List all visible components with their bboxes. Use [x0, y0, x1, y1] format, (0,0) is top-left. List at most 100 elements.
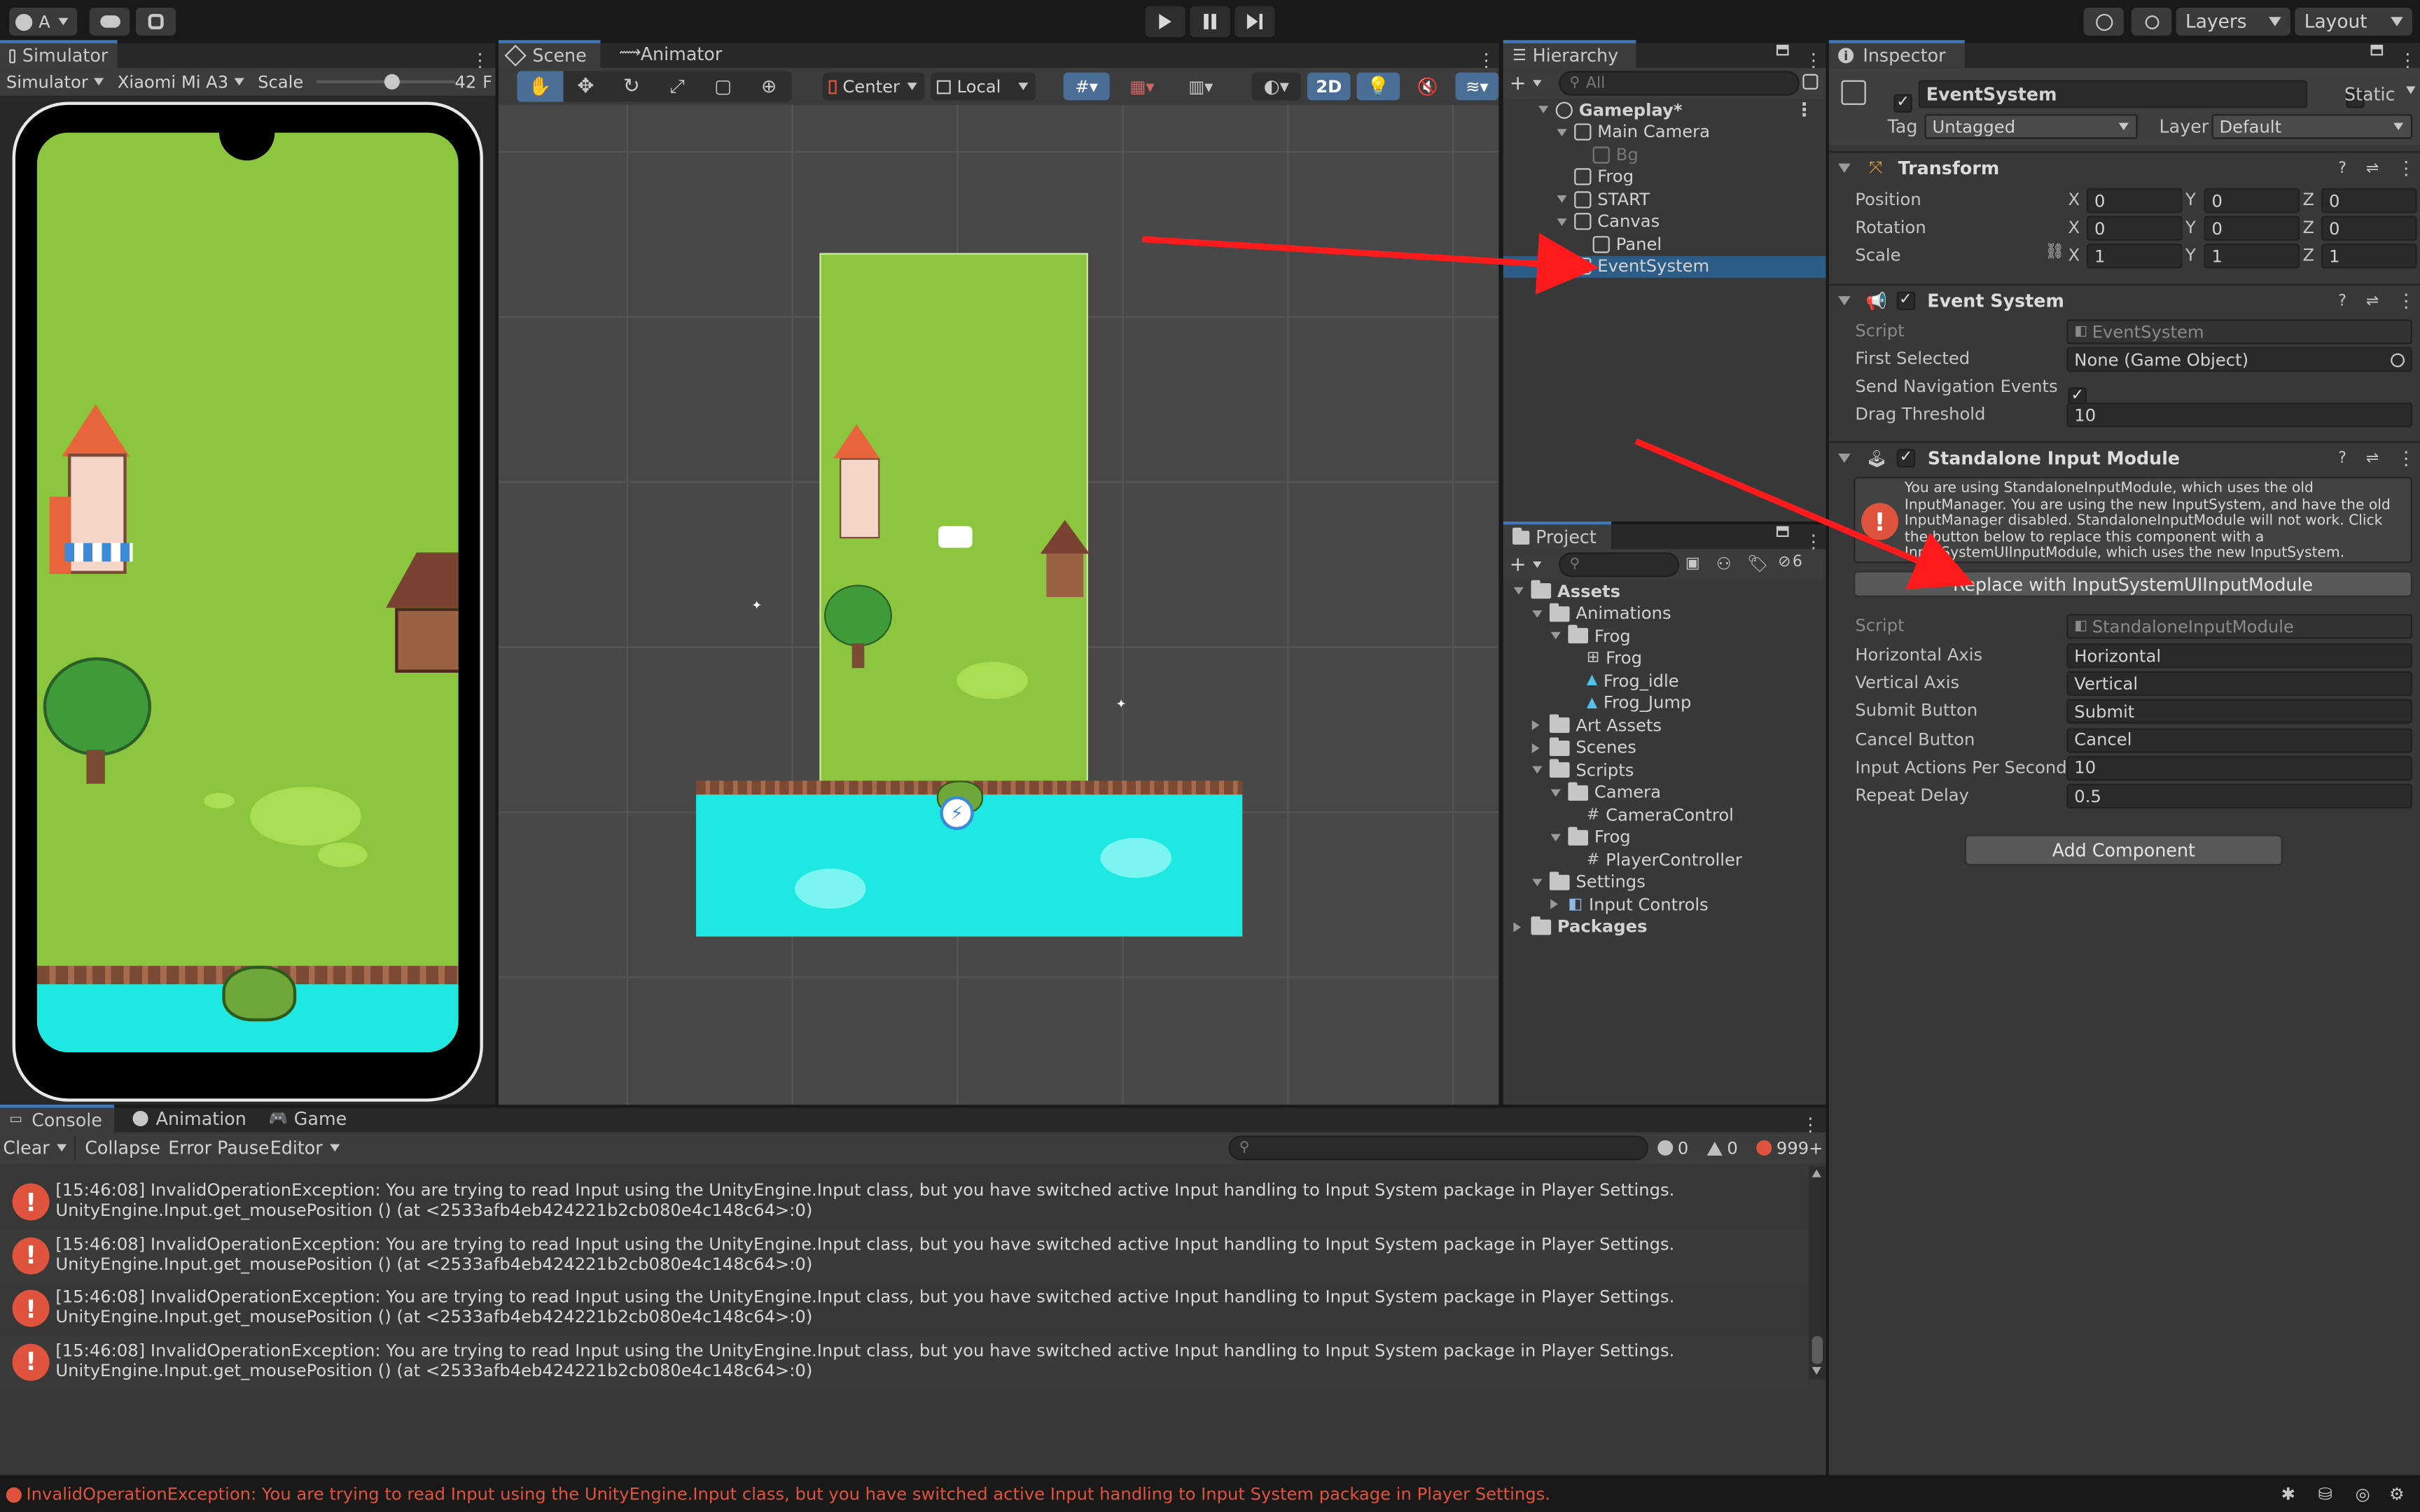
console-log-entry[interactable]: ! [15:46:08] InvalidOperationException: Y… — [0, 1228, 1809, 1282]
settings-icon[interactable]: ⚙ — [2389, 1484, 2405, 1504]
log-count-toggle[interactable]: 0 — [1657, 1135, 1688, 1160]
module-field-input[interactable]: 10 — [2066, 755, 2413, 780]
project-item[interactable]: Animations — [1503, 603, 1826, 625]
history-button[interactable] — [2083, 8, 2124, 36]
position-y-field[interactable]: 0 — [2204, 188, 2300, 214]
bug-icon[interactable]: ✱ — [2281, 1484, 2295, 1504]
component-menu-icon[interactable] — [2397, 447, 2415, 469]
tab-hierarchy[interactable]: ☰ Hierarchy — [1503, 40, 1636, 68]
error-pause-toggle[interactable]: Error Pause — [164, 1135, 274, 1160]
collapsed-arrow-icon[interactable] — [1531, 743, 1540, 753]
standalone-header[interactable]: 🕹 ✓ Standalone Input Module ? ⇌ — [1829, 443, 2420, 474]
rotation-y-field[interactable]: 0 — [2204, 216, 2300, 241]
collapse-toggle[interactable]: Collapse — [81, 1135, 165, 1160]
project-item[interactable]: Packages — [1503, 916, 1826, 938]
component-menu-icon[interactable] — [2397, 290, 2415, 312]
help-icon[interactable]: ? — [2338, 449, 2346, 466]
cloud-button[interactable] — [89, 8, 130, 36]
console-scrollbar[interactable] — [1809, 1166, 1826, 1380]
scale-x-field[interactable]: 1 — [2086, 244, 2183, 269]
layout-dropdown[interactable]: Layout — [2295, 8, 2413, 36]
rect-tool-icon[interactable]: ▢ — [700, 71, 746, 102]
expand-arrow-icon[interactable] — [1532, 878, 1543, 886]
network-icon[interactable]: ⛁ — [2318, 1484, 2332, 1504]
expand-arrow-icon[interactable] — [1532, 766, 1543, 774]
editor-dropdown[interactable]: Editor — [265, 1135, 346, 1160]
progress-icon[interactable]: ◎ — [2355, 1484, 2370, 1504]
project-item[interactable]: # PlayerController — [1503, 848, 1826, 871]
first-selected-field[interactable]: None (Game Object) — [2066, 346, 2413, 372]
collapsed-arrow-icon[interactable] — [1550, 899, 1558, 910]
console-log-entry[interactable]: ! [15:46:08] InvalidOperationException: Y… — [0, 1282, 1809, 1335]
console-search-input[interactable]: ⚲ — [1228, 1135, 1648, 1161]
lock-icon[interactable] — [2370, 44, 2384, 56]
object-picker-icon[interactable] — [2391, 352, 2405, 367]
warning-count-toggle[interactable]: 0 — [1706, 1135, 1738, 1160]
transform-tool-icon[interactable]: ⊕ — [746, 71, 791, 102]
layer-dropdown[interactable]: Default — [2211, 114, 2413, 139]
collapsed-arrow-icon[interactable] — [1531, 720, 1540, 731]
tab-scene[interactable]: Scene — [498, 40, 601, 68]
replace-module-button[interactable]: Replace with InputSystemUIInputModule — [1854, 570, 2413, 597]
tab-console[interactable]: ▭ Console — [0, 1105, 115, 1133]
expand-arrow-icon[interactable] — [1550, 833, 1561, 841]
project-item[interactable]: Scenes — [1503, 736, 1826, 759]
create-dropdown[interactable]: + — [1510, 71, 1550, 95]
rotate-tool-icon[interactable]: ↻ — [609, 71, 654, 102]
effects-dropdown[interactable]: ≋▾ — [1455, 72, 1499, 101]
position-x-field[interactable]: 0 — [2086, 188, 2183, 214]
preset-icon[interactable]: ⇌ — [2366, 160, 2379, 176]
project-item[interactable]: Frog — [1503, 826, 1826, 848]
shading-dropdown[interactable]: ◐▾ — [1251, 72, 1302, 101]
rotation-z-field[interactable]: 0 — [2321, 216, 2417, 241]
mode-2d-toggle[interactable]: 2D — [1307, 72, 1351, 101]
hand-tool-icon[interactable]: ✋ — [517, 71, 563, 102]
tab-animation[interactable]: Animation — [123, 1105, 256, 1133]
project-item[interactable]: Settings — [1503, 871, 1826, 893]
help-icon[interactable]: ? — [2338, 293, 2346, 309]
project-item[interactable]: Assets — [1503, 580, 1826, 603]
device-dropdown[interactable]: Xiaomi Mi A3 — [111, 71, 251, 92]
event-system-header[interactable]: 📢 ✓ Event System ? ⇌ — [1829, 286, 2420, 316]
grid-snap-button[interactable]: #▾ — [1063, 72, 1110, 101]
tab-game[interactable]: 🎮 Game — [259, 1105, 356, 1133]
console-log-entry[interactable]: ! [15:46:08] InvalidOperationException: Y… — [0, 1175, 1809, 1228]
module-field-input[interactable]: 0.5 — [2066, 783, 2413, 808]
scale-slider[interactable] — [315, 71, 455, 92]
status-message[interactable]: InvalidOperationException: You are tryin… — [26, 1484, 1550, 1504]
project-item[interactable]: ▲ Frog_idle — [1503, 670, 1826, 692]
collapsed-arrow-icon[interactable] — [1513, 922, 1521, 932]
hierarchy-item[interactable]: Canvas — [1503, 211, 1826, 233]
tab-project[interactable]: Project — [1503, 521, 1612, 550]
chevron-down-icon[interactable] — [2406, 86, 2416, 94]
space-dropdown[interactable]: Local — [931, 72, 1036, 101]
layers-dropdown[interactable]: Layers — [2176, 8, 2290, 36]
scale-tool-icon[interactable]: ⤢ — [655, 71, 700, 102]
preset-icon[interactable]: ⇌ — [2366, 293, 2379, 309]
add-component-button[interactable]: Add Component — [1964, 834, 2283, 866]
tag-dropdown[interactable]: Untagged — [1924, 114, 2138, 139]
scene-menu-icon[interactable] — [1795, 99, 1813, 121]
hierarchy-item[interactable]: Bg — [1503, 144, 1826, 166]
clear-dropdown[interactable]: Clear — [3, 1135, 76, 1161]
expand-arrow-icon[interactable] — [1513, 587, 1524, 596]
project-item[interactable]: ⊞ Frog — [1503, 648, 1826, 670]
expand-arrow-icon[interactable] — [1538, 106, 1549, 114]
lock-icon[interactable] — [1776, 526, 1789, 538]
help-icon[interactable]: ? — [2338, 160, 2346, 176]
account-dropdown[interactable]: A — [9, 8, 78, 36]
event-system-enabled-checkbox[interactable]: ✓ — [1896, 291, 1915, 311]
project-item[interactable]: Frog — [1503, 625, 1826, 648]
error-count-toggle[interactable]: 999+ — [1756, 1135, 1823, 1160]
lock-icon[interactable] — [1776, 44, 1789, 56]
active-checkbox[interactable]: ✓ — [1893, 94, 1912, 113]
hierarchy-item[interactable]: START — [1503, 188, 1826, 211]
expand-arrow-icon[interactable] — [1557, 195, 1567, 204]
constrain-proportions-icon[interactable]: ⛓ — [2045, 244, 2064, 260]
create-asset-dropdown[interactable]: + — [1510, 552, 1550, 577]
drag-threshold-field[interactable]: 10 — [2066, 402, 2413, 428]
fit-toggle[interactable]: F — [482, 71, 495, 92]
scene-viewport[interactable]: ⚡ ✦ ✦ — [498, 104, 1499, 1105]
project-item[interactable]: Art Assets — [1503, 714, 1826, 736]
hierarchy-item[interactable]: EventSystem — [1503, 255, 1826, 278]
